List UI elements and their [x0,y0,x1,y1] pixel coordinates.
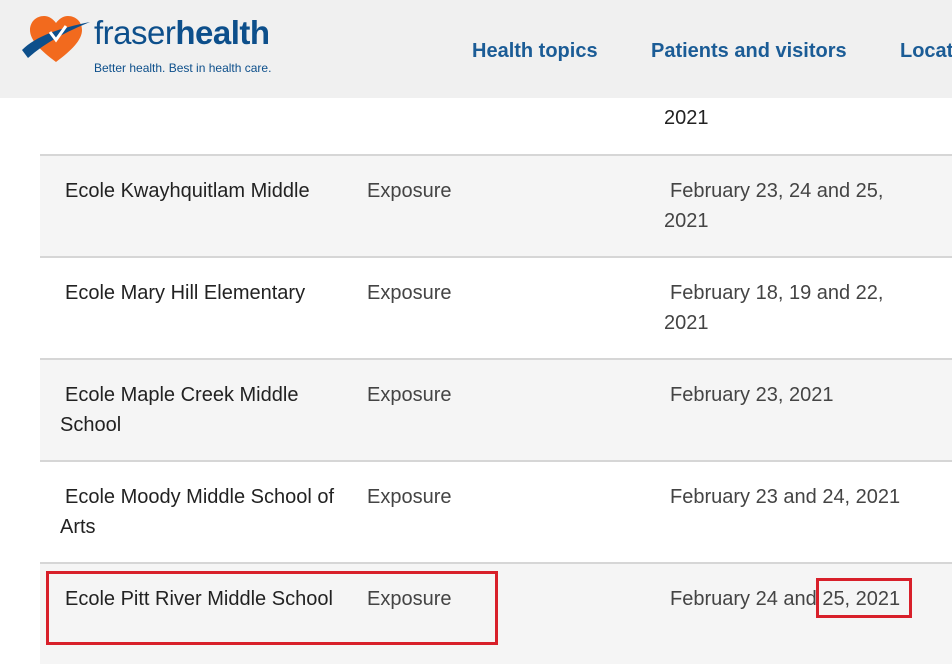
exposure-dates: February 23 and 24, 2021 [670,486,901,508]
table-row: Ecole Kwayhquitlam Middle Exposure Febru… [40,154,952,256]
brand-bold: health [175,14,270,51]
table-row: Ecole Moody Middle School of Arts Exposu… [40,460,952,562]
exposure-dates: February 23, 2021 [670,384,834,406]
exposure-type: Exposure [367,180,452,202]
nav-health-topics[interactable]: Health topics [472,40,598,63]
highlight-box-school [46,571,498,645]
brand-name: fraserhealth [94,14,270,52]
table-row: Ecole Mary Hill Elementary Exposure Febr… [40,256,952,358]
nav-patients-and-visitors[interactable]: Patients and visitors [651,40,847,63]
school-name: Ecole Moody Middle School of Arts [60,486,335,538]
school-name: Ecole Mary Hill Elementary [65,282,306,304]
school-name: Ecole Kwayhquitlam Middle [65,180,310,202]
heart-swoosh-icon [22,16,90,62]
table-row: Ecole Maple Creek Middle School Exposure… [40,358,952,460]
exposure-dates: February 23, 24 and 25, 2021 [664,180,884,232]
fraserhealth-logo[interactable]: fraserhealth Better health. Best in heal… [20,10,271,80]
brand-light: fraser [94,14,176,51]
brand-tagline: Better health. Best in health care. [94,61,272,75]
exposure-type: Exposure [367,282,452,304]
site-header: fraserhealth Better health. Best in heal… [0,0,952,98]
exposure-type: Exposure [367,384,452,406]
nav-locations[interactable]: Locat [900,40,952,63]
highlight-box-date [816,578,912,618]
exposure-dates: February 18, 19 and 22, 2021 [664,282,884,334]
school-name: Ecole Maple Creek Middle School [60,384,299,436]
exposure-type: Exposure [367,486,452,508]
row-dates-partial: 2021 [664,107,709,129]
